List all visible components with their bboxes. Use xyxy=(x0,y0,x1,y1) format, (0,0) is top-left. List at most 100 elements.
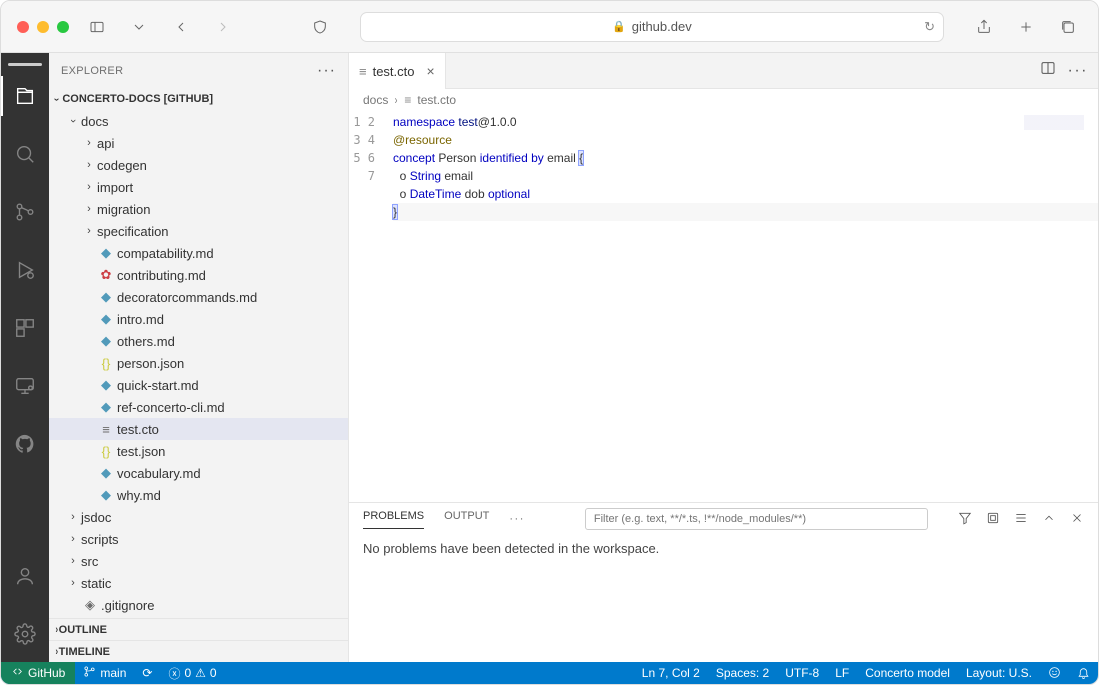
refresh-icon[interactable]: ↻ xyxy=(924,19,935,35)
line-gutter: 1 2 3 4 5 6 7 xyxy=(349,111,393,502)
sidebar-toggle-icon[interactable] xyxy=(83,13,111,41)
tree-folder[interactable]: ›jsdoc xyxy=(49,506,348,528)
sb-notifications-icon[interactable] xyxy=(1069,666,1098,679)
remote-icon xyxy=(11,665,24,681)
tree-file[interactable]: ◆compatability.md xyxy=(49,242,348,264)
activity-github[interactable] xyxy=(1,424,49,464)
tree-file[interactable]: ◆decoratorcommands.md xyxy=(49,286,348,308)
close-window[interactable] xyxy=(17,21,29,33)
maximize-window[interactable] xyxy=(57,21,69,33)
tree-folder[interactable]: ›docs xyxy=(49,110,348,132)
problems-message: No problems have been detected in the wo… xyxy=(349,535,1098,662)
close-tab-icon[interactable]: × xyxy=(427,63,435,79)
activity-settings[interactable] xyxy=(1,614,49,654)
sb-eol[interactable]: LF xyxy=(827,666,857,680)
shield-icon[interactable] xyxy=(306,13,334,41)
forward-button[interactable] xyxy=(209,13,237,41)
sb-cursor-position[interactable]: Ln 7, Col 2 xyxy=(634,666,708,680)
maximize-panel-icon[interactable] xyxy=(1042,511,1056,528)
tree-file[interactable]: ◆intro.md xyxy=(49,308,348,330)
explorer-menu-icon[interactable]: ··· xyxy=(317,62,336,80)
new-tab-icon[interactable] xyxy=(1012,13,1040,41)
tree-folder[interactable]: ›api xyxy=(49,132,348,154)
code-editor[interactable]: 1 2 3 4 5 6 7 namespace test@1.0.0@resou… xyxy=(349,111,1098,502)
activity-remote[interactable] xyxy=(1,366,49,406)
activity-run-debug[interactable] xyxy=(1,250,49,290)
code-content[interactable]: namespace test@1.0.0@resourceconcept Per… xyxy=(393,111,1098,502)
sb-feedback-icon[interactable] xyxy=(1040,666,1069,679)
tree-folder[interactable]: ›scripts xyxy=(49,528,348,550)
tabs-icon[interactable] xyxy=(1054,13,1082,41)
error-icon: ⓧ xyxy=(168,665,180,682)
url-bar[interactable]: 🔒 github.dev ↻ xyxy=(360,12,944,42)
tree-file[interactable]: ≡test.cto xyxy=(49,418,348,440)
more-tabs-icon[interactable]: ··· xyxy=(509,513,525,525)
sb-encoding[interactable]: UTF-8 xyxy=(777,666,827,680)
tree-file[interactable]: ◆quick-start.md xyxy=(49,374,348,396)
tree-folder[interactable]: ›src xyxy=(49,550,348,572)
warning-icon: ⚠ xyxy=(195,666,206,680)
tree-file[interactable]: ◆why.md xyxy=(49,484,348,506)
tree-file[interactable]: ◈.gitignore xyxy=(49,594,348,616)
problems-filter-input[interactable] xyxy=(585,508,928,530)
activity-explorer[interactable] xyxy=(1,76,49,116)
sb-layout[interactable]: Layout: U.S. xyxy=(958,666,1040,680)
markdown-icon: ◆ xyxy=(97,333,115,349)
activity-search[interactable] xyxy=(1,134,49,174)
url-host: github.dev xyxy=(632,19,692,34)
panel-tab-output[interactable]: OUTPUT xyxy=(444,510,489,528)
sidebar: EXPLORER ··· › CONCERTO-DOCS [GITHUB] ›d… xyxy=(49,53,349,662)
activity-bar xyxy=(1,53,49,662)
activity-extensions[interactable] xyxy=(1,308,49,348)
menu-icon[interactable] xyxy=(8,63,42,66)
view-icon[interactable] xyxy=(1014,511,1028,528)
share-icon[interactable] xyxy=(970,13,998,41)
sync-icon: ⟳ xyxy=(142,666,152,680)
dropdown-icon[interactable] xyxy=(125,13,153,41)
timeline-label: TIMELINE xyxy=(59,646,110,658)
sb-remote[interactable]: GitHub xyxy=(1,662,75,684)
chevron-right-icon: › xyxy=(56,646,59,658)
tree-file[interactable]: {}person.json xyxy=(49,352,348,374)
file-icon: ◈ xyxy=(81,597,99,613)
panel-tab-problems[interactable]: PROBLEMS xyxy=(363,510,424,529)
tree-folder[interactable]: ›static xyxy=(49,572,348,594)
markdown-icon: ◆ xyxy=(97,487,115,503)
tree-folder[interactable]: ›specification xyxy=(49,220,348,242)
filter-icon[interactable] xyxy=(958,511,972,528)
outline-section[interactable]: › OUTLINE xyxy=(49,618,348,640)
tree-file[interactable]: ◆others.md xyxy=(49,330,348,352)
breadcrumb-item[interactable]: docs xyxy=(363,93,388,107)
tree-folder[interactable]: ›import xyxy=(49,176,348,198)
breadcrumbs[interactable]: docs › ≡ test.cto xyxy=(349,89,1098,111)
file-icon: ≡ xyxy=(404,93,411,107)
collapse-icon[interactable] xyxy=(986,511,1000,528)
sb-indentation[interactable]: Spaces: 2 xyxy=(708,666,777,680)
tab-filename: test.cto xyxy=(373,64,415,79)
split-editor-icon[interactable] xyxy=(1040,60,1056,81)
ribbon-icon: ✿ xyxy=(97,267,115,283)
chevron-right-icon: › xyxy=(56,624,59,636)
tree-file[interactable]: ◆vocabulary.md xyxy=(49,462,348,484)
sb-problems[interactable]: ⓧ0 ⚠0 xyxy=(160,662,224,684)
minimize-window[interactable] xyxy=(37,21,49,33)
bottom-panel: PROBLEMS OUTPUT ··· No problems have bee… xyxy=(349,502,1098,662)
activity-source-control[interactable] xyxy=(1,192,49,232)
close-panel-icon[interactable] xyxy=(1070,511,1084,528)
sidebar-root-section[interactable]: › CONCERTO-DOCS [GITHUB] xyxy=(49,88,348,110)
sb-branch[interactable]: main xyxy=(75,662,134,684)
timeline-section[interactable]: › TIMELINE xyxy=(49,640,348,662)
back-button[interactable] xyxy=(167,13,195,41)
tree-file[interactable]: {}test.json xyxy=(49,440,348,462)
activity-account[interactable] xyxy=(1,556,49,596)
root-folder-name: CONCERTO-DOCS [GITHUB] xyxy=(62,93,213,105)
tree-file[interactable]: ✿contributing.md xyxy=(49,264,348,286)
sb-language[interactable]: Concerto model xyxy=(857,666,958,680)
tree-folder[interactable]: ›codegen xyxy=(49,154,348,176)
tree-folder[interactable]: ›migration xyxy=(49,198,348,220)
more-icon[interactable]: ··· xyxy=(1068,62,1088,80)
sb-sync[interactable]: ⟳ xyxy=(134,662,160,684)
tree-file[interactable]: ◆ref-concerto-cli.md xyxy=(49,396,348,418)
editor-tab-active[interactable]: ≡ test.cto × xyxy=(349,53,446,89)
breadcrumb-item[interactable]: test.cto xyxy=(417,93,456,107)
